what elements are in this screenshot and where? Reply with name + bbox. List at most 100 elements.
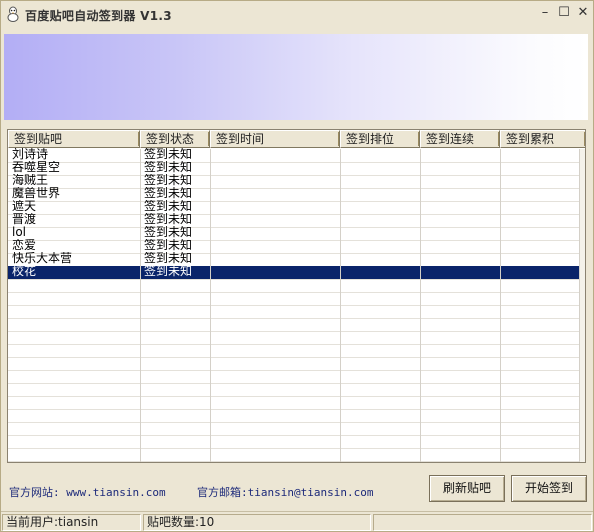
grid-column-line — [210, 149, 211, 462]
table-cell — [340, 252, 420, 265]
table-cell: 魔兽世界 — [12, 187, 61, 200]
status-empty-pane — [373, 514, 592, 531]
table-cell: 校花 — [12, 265, 37, 278]
table-cell — [420, 174, 500, 187]
grid-column-line — [579, 149, 580, 462]
column-header-rank[interactable]: 签到排位 — [340, 130, 420, 148]
main-window: 百度贴吧自动签到器 V1.3 – ☐ ✕ 签到贴吧 签到状态 签到时间 签到排位… — [0, 0, 594, 532]
table-cell: 遮天 — [12, 200, 37, 213]
table-cell: 签到未知 — [144, 200, 193, 213]
grid-column-line — [340, 149, 341, 462]
table-cell: 恋爱 — [12, 239, 37, 252]
grid-column-line — [140, 149, 141, 462]
email-label[interactable]: 官方邮箱:tiansin@tiansin.com — [197, 484, 373, 500]
table-cell — [420, 226, 500, 239]
maximize-button[interactable]: ☐ — [556, 5, 572, 21]
table-cell — [500, 213, 579, 226]
table-cell — [500, 252, 579, 265]
table-cell — [340, 265, 420, 278]
table-cell: 签到未知 — [144, 187, 193, 200]
table-cell — [340, 161, 420, 174]
table-cell — [500, 187, 579, 200]
grid-column-line — [420, 149, 421, 462]
table-cell: lol — [12, 226, 27, 239]
list-header: 签到贴吧 签到状态 签到时间 签到排位 签到连续 签到累积 — [8, 130, 585, 148]
column-header-streak[interactable]: 签到连续 — [420, 130, 500, 148]
table-row[interactable]: 校花 签到未知 — [8, 265, 579, 279]
website-label[interactable]: 官方网站: www.tiansin.com — [9, 484, 166, 500]
table-cell: 签到未知 — [144, 265, 193, 278]
table-cell — [210, 187, 340, 200]
table-cell — [420, 213, 500, 226]
column-header-tieba[interactable]: 签到贴吧 — [8, 130, 140, 148]
table-cell — [340, 174, 420, 187]
table-cell — [340, 148, 420, 161]
table-cell — [420, 265, 500, 278]
table-cell — [210, 252, 340, 265]
status-tieba-count: 贴吧数量:10 — [143, 514, 371, 531]
table-cell — [420, 161, 500, 174]
table-cell: 签到未知 — [144, 226, 193, 239]
table-cell — [210, 148, 340, 161]
table-cell: 签到未知 — [144, 252, 193, 265]
table-cell — [210, 239, 340, 252]
table-cell — [340, 226, 420, 239]
table-cell: 签到未知 — [144, 213, 193, 226]
table-cell — [340, 200, 420, 213]
table-cell: 晋渡 — [12, 213, 37, 226]
table-cell — [210, 161, 340, 174]
table-cell — [340, 239, 420, 252]
table-cell — [420, 252, 500, 265]
grid-row-line — [8, 292, 579, 293]
table-cell — [500, 161, 579, 174]
table-cell: 刘诗诗 — [12, 148, 49, 161]
table-cell: 签到未知 — [144, 148, 193, 161]
table-cell — [500, 239, 579, 252]
table-cell — [210, 213, 340, 226]
table-cell — [420, 200, 500, 213]
close-button[interactable]: ✕ — [575, 5, 591, 21]
grid-row-line — [8, 461, 579, 462]
table-cell — [500, 174, 579, 187]
column-header-status[interactable]: 签到状态 — [140, 130, 210, 148]
table-cell: 海贼王 — [12, 174, 49, 187]
table-cell — [210, 200, 340, 213]
table-cell — [420, 148, 500, 161]
table-cell — [500, 200, 579, 213]
grid-row-line — [8, 331, 579, 332]
table-cell — [210, 174, 340, 187]
grid-row-line — [8, 344, 579, 345]
column-header-time[interactable]: 签到时间 — [210, 130, 340, 148]
grid-row-line — [8, 396, 579, 397]
grid-row-line — [8, 279, 579, 280]
table-cell: 签到未知 — [144, 161, 193, 174]
grid-row-line — [8, 435, 579, 436]
grid-row-line — [8, 318, 579, 319]
tieba-list-view[interactable]: 签到贴吧 签到状态 签到时间 签到排位 签到连续 签到累积 刘诗诗 签到未知 吞噬星… — [7, 129, 586, 463]
grid-row-line — [8, 357, 579, 358]
table-cell: 快乐大本营 — [12, 252, 73, 265]
table-cell — [500, 148, 579, 161]
column-header-total[interactable]: 签到累积 — [500, 130, 585, 148]
grid-row-line — [8, 370, 579, 371]
grid-row-line — [8, 305, 579, 306]
table-cell — [340, 213, 420, 226]
grid-row-line — [8, 448, 579, 449]
refresh-tieba-button[interactable]: 刷新贴吧 — [429, 475, 505, 502]
table-cell — [420, 187, 500, 200]
grid-row-line — [8, 383, 579, 384]
table-cell: 签到未知 — [144, 174, 193, 187]
minimize-button[interactable]: – — [537, 5, 553, 21]
banner-area — [4, 34, 588, 120]
table-cell — [340, 187, 420, 200]
title-bar[interactable]: 百度贴吧自动签到器 V1.3 – ☐ ✕ — [1, 1, 593, 27]
table-cell: 签到未知 — [144, 239, 193, 252]
grid-row-line — [8, 422, 579, 423]
table-cell — [500, 226, 579, 239]
status-current-user: 当前用户:tiansin — [2, 514, 141, 531]
table-cell — [420, 239, 500, 252]
start-signin-button[interactable]: 开始签到 — [511, 475, 587, 502]
table-cell: 吞噬星空 — [12, 161, 61, 174]
app-icon — [7, 6, 19, 22]
table-cell — [500, 265, 579, 278]
